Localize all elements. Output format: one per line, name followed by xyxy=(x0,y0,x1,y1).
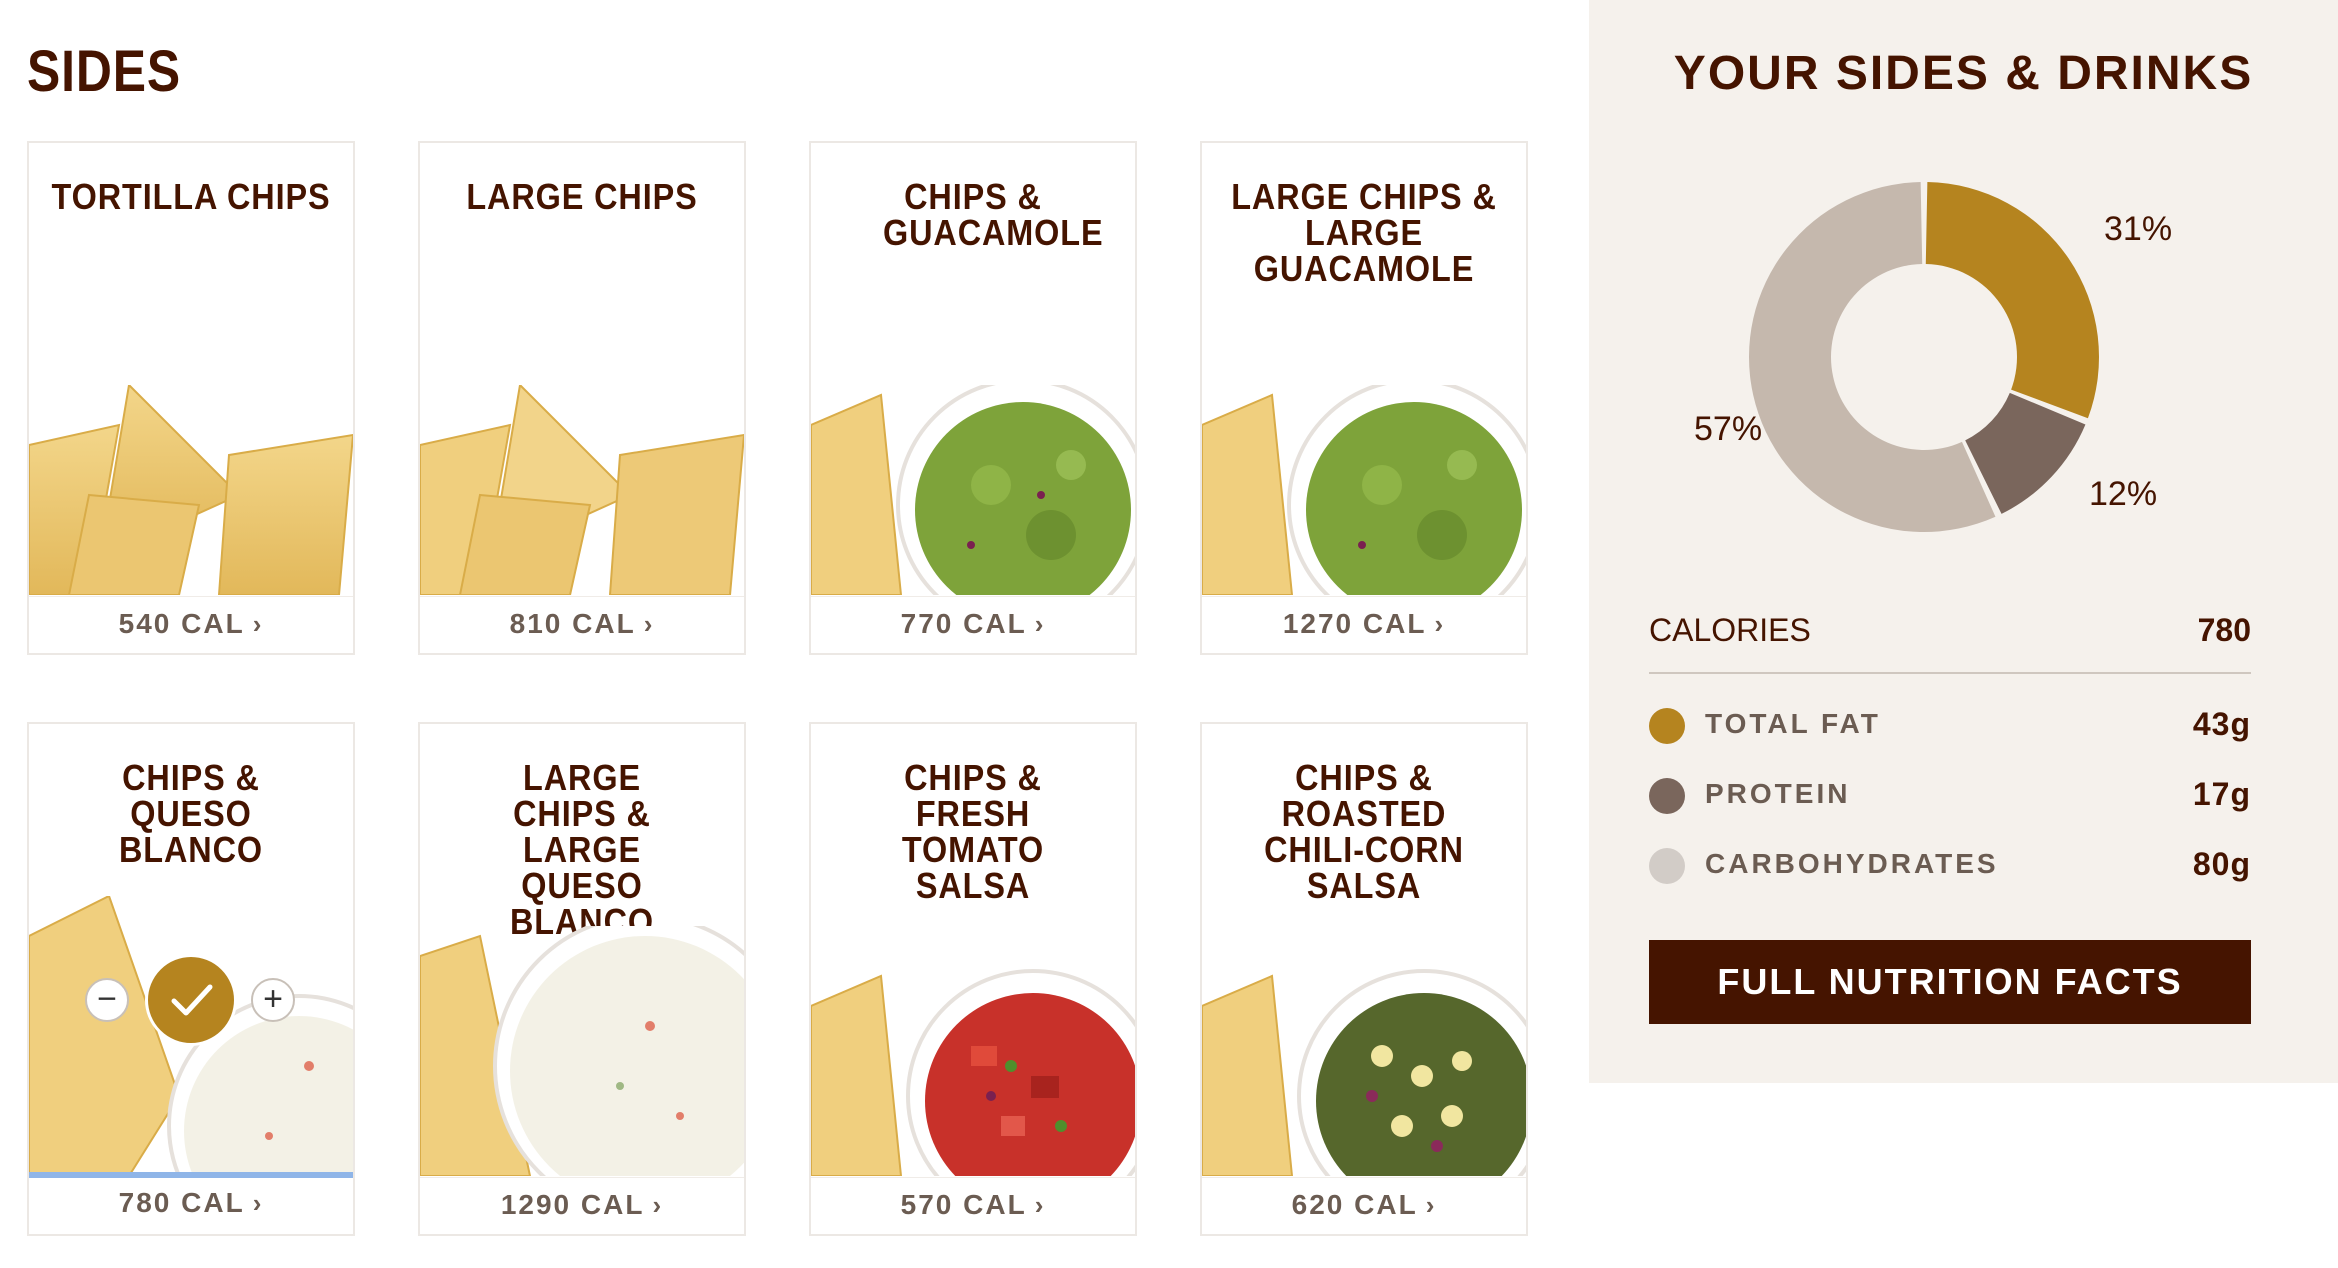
menu-card[interactable]: CHIPS & ROASTED CHILI-CORN SALSA 620 CAL… xyxy=(1200,722,1528,1236)
calorie-link[interactable]: 540 CAL › xyxy=(29,596,353,653)
menu-card[interactable]: LARGE CHIPS 810 CAL › xyxy=(418,141,746,655)
increase-quantity-button[interactable]: + xyxy=(251,978,295,1022)
carbs-percent-label: 57% xyxy=(1694,410,1763,448)
card-title: CHIPS & FRESH TOMATO SALSA xyxy=(901,757,1045,906)
chips-image xyxy=(420,385,744,595)
decrease-quantity-button[interactable]: − xyxy=(85,978,129,1022)
chips-illustration xyxy=(420,385,744,595)
calorie-value: 1270 CAL xyxy=(1282,608,1427,639)
fat-percent-label: 31% xyxy=(2104,210,2173,248)
protein-percent-label: 12% xyxy=(2089,475,2158,513)
chevron-right-icon: › xyxy=(252,609,264,639)
protein-swatch xyxy=(1649,778,1685,814)
menu-card[interactable]: CHIPS & GUACAMOLE 770 CAL › xyxy=(809,141,1137,655)
nutrient-value: 43g xyxy=(2192,706,2251,742)
chevron-right-icon: › xyxy=(1034,1190,1046,1220)
guacamole-image xyxy=(811,385,1135,595)
fat-swatch xyxy=(1649,708,1685,744)
calorie-value: 1290 CAL xyxy=(500,1189,645,1220)
nutrient-value: 80g xyxy=(2192,846,2251,882)
calorie-link[interactable]: 810 CAL › xyxy=(420,596,744,653)
card-title: LARGE CHIPS & LARGE GUACAMOLE xyxy=(1231,176,1497,289)
chevron-right-icon: › xyxy=(652,1190,664,1220)
nutrient-row: TOTAL FAT 43g xyxy=(1649,700,2251,744)
calorie-value: 770 CAL xyxy=(900,608,1027,639)
corn-salsa-illustration xyxy=(1202,969,1526,1176)
fat-slice xyxy=(1925,182,2099,419)
calorie-link[interactable]: 770 CAL › xyxy=(811,596,1135,653)
guacamole-image xyxy=(1202,385,1526,595)
selected-check-button[interactable] xyxy=(145,954,237,1046)
menu-card[interactable]: TORTILLA CHIPS 540 CAL › xyxy=(27,141,355,655)
calorie-value: 620 CAL xyxy=(1291,1189,1418,1220)
card-title: CHIPS & QUESO BLANCO xyxy=(119,757,263,870)
chevron-right-icon: › xyxy=(1434,609,1446,639)
card-title: CHIPS & GUACAMOLE xyxy=(883,176,1104,253)
panel-title: YOUR SIDES & DRINKS xyxy=(1673,47,2254,100)
card-title: LARGE CHIPS xyxy=(466,176,698,217)
section-title: SIDES xyxy=(27,39,181,104)
guacamole-illustration xyxy=(811,385,1135,595)
chevron-right-icon: › xyxy=(252,1188,264,1218)
calorie-value: 540 CAL xyxy=(118,608,245,639)
chevron-right-icon: › xyxy=(1425,1190,1437,1220)
calorie-link[interactable]: 1290 CAL › xyxy=(420,1177,744,1234)
card-title: CHIPS & ROASTED CHILI-CORN SALSA xyxy=(1264,757,1464,906)
salsa-image xyxy=(1202,966,1526,1176)
carbohydrates-swatch xyxy=(1649,848,1685,884)
nutrient-label: PROTEIN xyxy=(1705,778,1851,809)
nutrient-row: PROTEIN 17g xyxy=(1649,770,2251,814)
queso-image xyxy=(420,926,744,1176)
minus-icon: − xyxy=(97,980,117,1018)
checkmark-icon xyxy=(171,984,213,1016)
calorie-value: 810 CAL xyxy=(509,608,636,639)
calorie-link[interactable]: 570 CAL › xyxy=(811,1177,1135,1234)
chevron-right-icon: › xyxy=(1034,609,1046,639)
menu-card[interactable]: CHIPS & QUESO BLANCO − + 780 CAL › xyxy=(27,722,355,1236)
full-nutrition-facts-button[interactable]: FULL NUTRITION FACTS xyxy=(1649,940,2251,1024)
nutrient-label: CARBOHYDRATES xyxy=(1705,848,1999,879)
guacamole-illustration xyxy=(1202,385,1526,595)
macros-donut-chart xyxy=(1748,182,2099,532)
calorie-link[interactable]: 780 CAL › xyxy=(29,1172,353,1234)
menu-card[interactable]: LARGE CHIPS & LARGE GUACAMOLE 1270 CAL › xyxy=(1200,141,1528,655)
tomato-salsa-illustration xyxy=(811,969,1135,1176)
calorie-link[interactable]: 620 CAL › xyxy=(1202,1177,1526,1234)
nutrition-panel: YOUR SIDES & DRINKS 31% 12% 57% CALORIES… xyxy=(1589,0,2338,1083)
calorie-link[interactable]: 1270 CAL › xyxy=(1202,596,1526,653)
plus-icon: + xyxy=(263,980,283,1018)
chips-illustration xyxy=(29,385,353,595)
calories-label: CALORIES xyxy=(1649,612,1811,648)
calories-value: 780 xyxy=(2197,612,2251,648)
nutrient-row: CARBOHYDRATES 80g xyxy=(1649,840,2251,884)
calorie-value: 570 CAL xyxy=(900,1189,1027,1220)
queso-illustration xyxy=(420,926,744,1176)
menu-card[interactable]: LARGE CHIPS & LARGE QUESO BLANCO 1290 CA… xyxy=(418,722,746,1236)
nutrient-value: 17g xyxy=(2192,776,2251,812)
salsa-image xyxy=(811,966,1135,1176)
calories-row: CALORIES 780 xyxy=(1649,612,2251,674)
card-title: TORTILLA CHIPS xyxy=(51,176,331,217)
menu-card[interactable]: CHIPS & FRESH TOMATO SALSA 570 CAL › xyxy=(809,722,1137,1236)
chips-image xyxy=(29,385,353,595)
calorie-value: 780 CAL xyxy=(118,1187,245,1218)
chevron-right-icon: › xyxy=(643,609,655,639)
card-title: LARGE CHIPS & LARGE QUESO BLANCO xyxy=(510,757,654,942)
nutrient-label: TOTAL FAT xyxy=(1705,708,1881,739)
